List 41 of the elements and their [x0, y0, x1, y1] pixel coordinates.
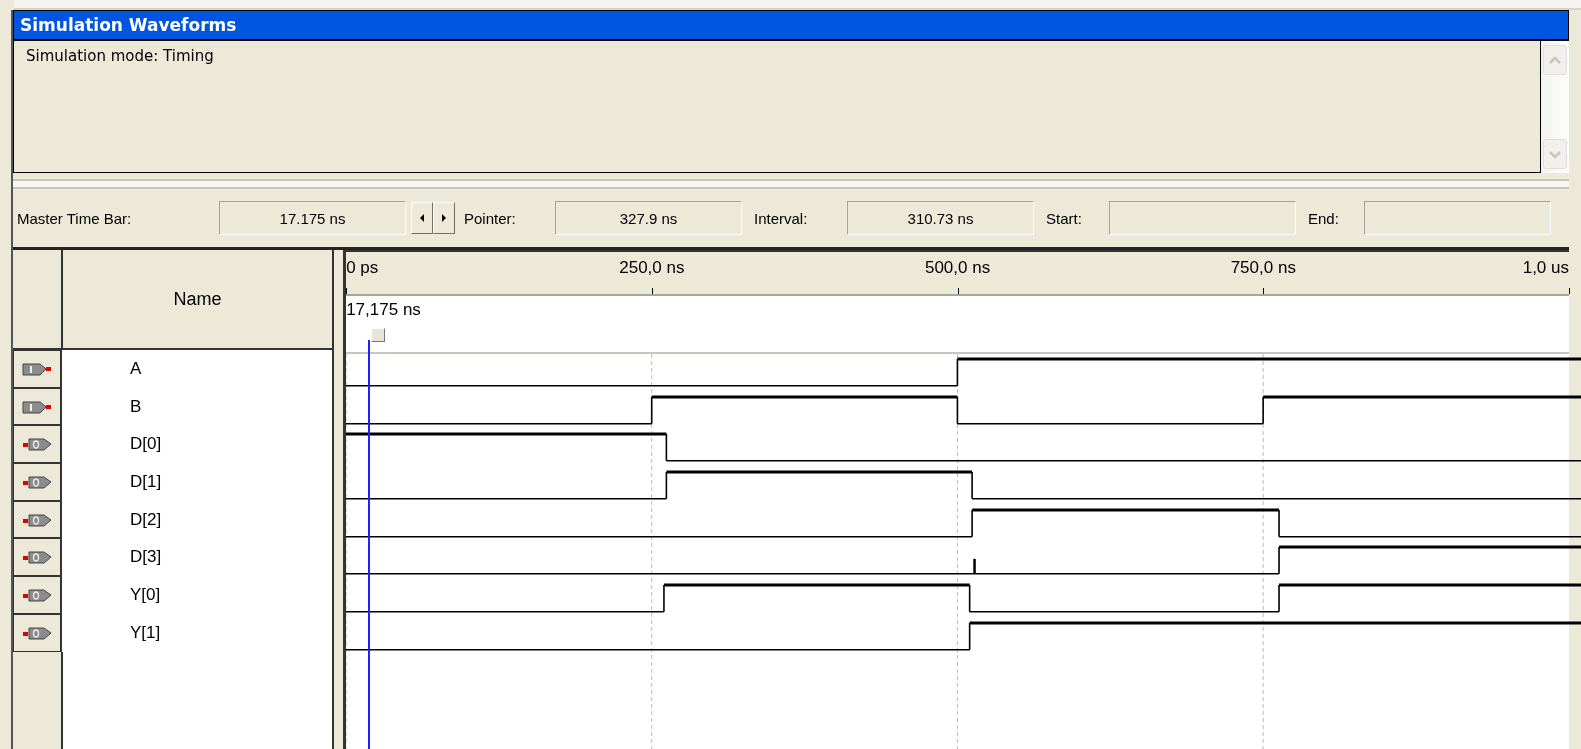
field-label: End:: [1308, 209, 1340, 227]
triangle-right-icon: [440, 212, 448, 224]
panel-title: Simulation Waveforms: [13, 10, 1569, 41]
field-label: Interval:: [754, 209, 809, 227]
triangle-left-icon: [418, 212, 426, 224]
row-header[interactable]: [13, 538, 62, 577]
tick-label: 750,0 ns: [1230, 258, 1296, 278]
signal-name[interactable]: D[1]: [62, 463, 333, 501]
tick-label: 1,0 us: [1522, 258, 1569, 278]
output-pin-icon: [20, 548, 54, 567]
row-header[interactable]: [13, 576, 62, 614]
time-field[interactable]: 327.9 ns: [555, 201, 742, 235]
row-header[interactable]: [13, 425, 62, 464]
tick-label: 500,0 ns: [924, 258, 991, 278]
time-field[interactable]: 310.73 ns: [847, 201, 1034, 235]
field-label: Start:: [1046, 209, 1083, 227]
output-pin-icon: [20, 435, 54, 454]
message-text: Simulation mode: Timing: [26, 47, 214, 65]
tick-label: 250,0 ns: [619, 258, 685, 278]
row-header[interactable]: [13, 463, 62, 501]
row-header[interactable]: [13, 613, 62, 652]
row-header[interactable]: [13, 500, 62, 539]
step-right-button[interactable]: [433, 202, 455, 234]
signal-name[interactable]: Y[1]: [62, 613, 333, 652]
signal-name[interactable]: A: [62, 350, 333, 388]
signal-name[interactable]: B: [62, 387, 333, 426]
field-label: Pointer:: [464, 209, 517, 227]
time-field[interactable]: [1109, 201, 1296, 235]
time-field[interactable]: [1364, 201, 1551, 235]
signal-name[interactable]: Y[0]: [62, 576, 333, 614]
tick-label: 0 ps: [346, 258, 379, 278]
time-bar-label: 17,175 ns: [346, 300, 421, 320]
time-field[interactable]: 17.175 ns: [219, 201, 406, 235]
row-header[interactable]: [13, 350, 62, 388]
field-label: Master Time Bar:: [17, 209, 133, 227]
signal-name[interactable]: D[2]: [62, 500, 333, 539]
signal-name[interactable]: D[0]: [62, 425, 333, 464]
row-header[interactable]: [13, 387, 62, 426]
step-left-button[interactable]: [411, 202, 433, 234]
time-bar-handle[interactable]: [371, 328, 386, 342]
signal-name[interactable]: D[3]: [62, 538, 333, 577]
